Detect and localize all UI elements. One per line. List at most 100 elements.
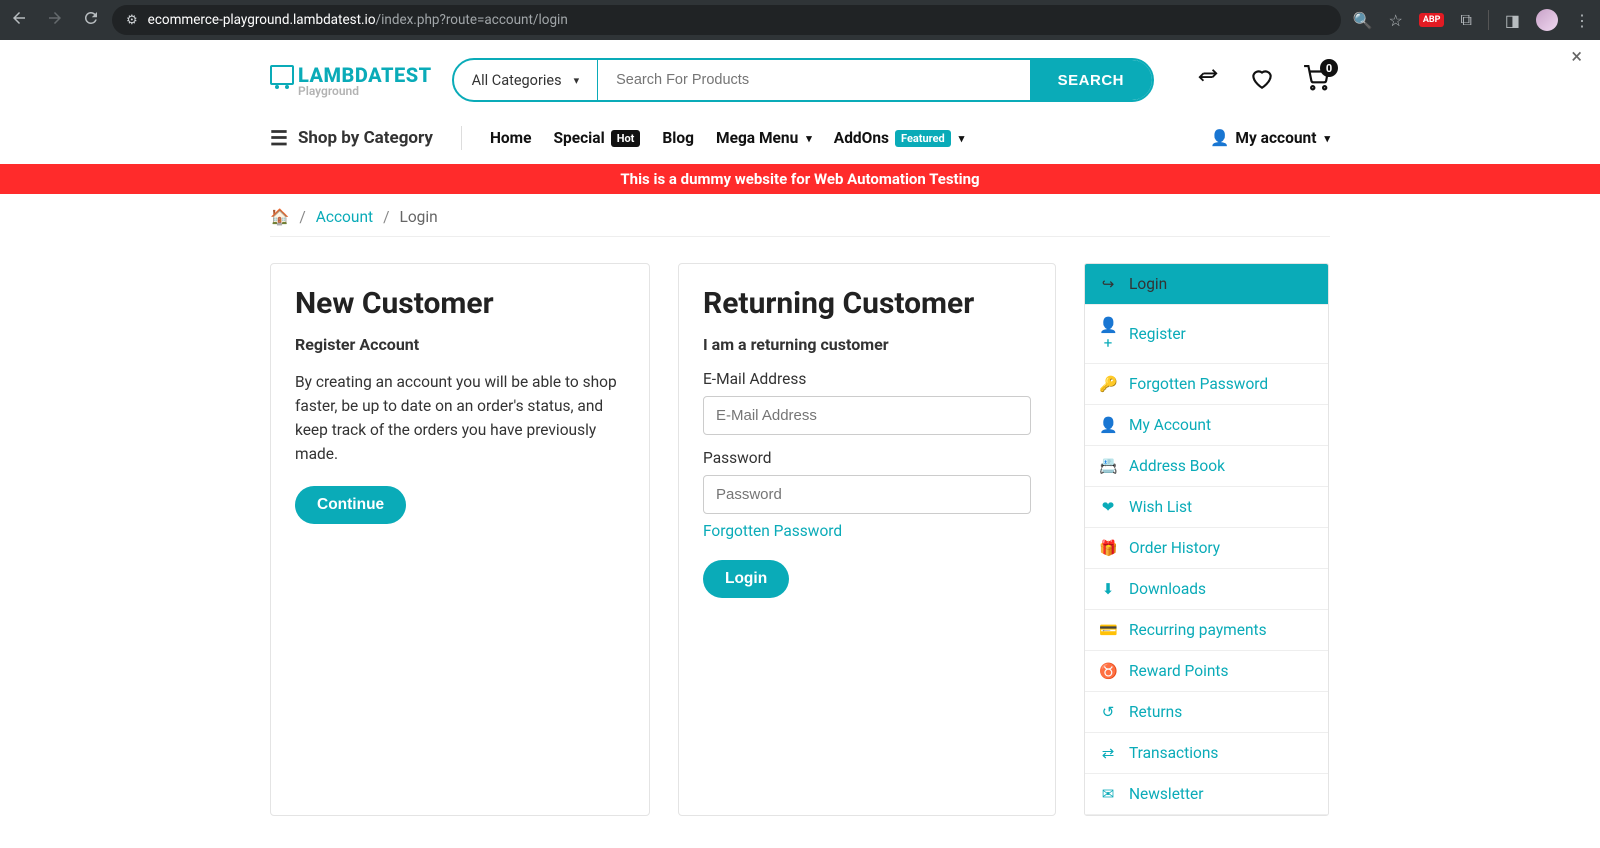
sidebar-item-recurring[interactable]: 💳 Recurring payments (1085, 610, 1328, 651)
breadcrumb-account[interactable]: Account (316, 208, 373, 226)
search-input[interactable] (598, 60, 1030, 100)
user-icon: 👤 (1210, 129, 1229, 147)
sidebar-item-newsletter[interactable]: ✉ Newsletter (1085, 774, 1328, 815)
sidebar-item-label: Register (1129, 325, 1186, 343)
notice-banner: This is a dummy website for Web Automati… (0, 164, 1600, 194)
breadcrumb-login: Login (399, 208, 437, 226)
heart-icon: ❤ (1099, 498, 1117, 516)
email-label: E-Mail Address (703, 370, 1031, 388)
shop-by-label: Shop by Category (298, 128, 433, 148)
chevron-down-icon: ▾ (574, 74, 580, 87)
exchange-icon: ⇄ (1099, 744, 1117, 762)
sidebar-item-rewards[interactable]: ♉ Reward Points (1085, 651, 1328, 692)
logo-icon (270, 65, 294, 85)
forgot-password-link[interactable]: Forgotten Password (703, 522, 1031, 540)
sidebar-item-label: My Account (1129, 416, 1211, 434)
back-icon[interactable] (10, 9, 28, 31)
sidebar-item-orders[interactable]: 🎁Order History (1085, 528, 1328, 569)
sidebar-item-downloads[interactable]: ⬇ Downloads (1085, 569, 1328, 610)
sidebar-item-label: Recurring payments (1129, 621, 1267, 639)
sidebar-item-label: Newsletter (1129, 785, 1204, 803)
forward-icon[interactable] (46, 9, 64, 31)
url-bar[interactable]: ⚙ ecommerce-playground.lambdatest.io/ind… (112, 5, 1341, 35)
url-domain: ecommerce-playground.lambdatest.io (148, 12, 376, 28)
user-plus-icon: 👤+ (1099, 316, 1117, 352)
logo[interactable]: LAMBDATEST Playground (270, 63, 432, 98)
user-icon: 👤 (1099, 416, 1117, 434)
sidebar-item-label: Login (1129, 275, 1167, 293)
main-nav: ☰ Shop by Category Home SpecialHot Blog … (270, 116, 1330, 164)
login-button[interactable]: Login (703, 560, 789, 598)
new-customer-card: New Customer Register Account By creatin… (270, 263, 650, 816)
email-field[interactable] (703, 396, 1031, 435)
gift-icon: 🎁 (1099, 539, 1117, 557)
new-customer-title: New Customer (295, 286, 625, 321)
sidebar-item-forgotten[interactable]: 🔑Forgotten Password (1085, 364, 1328, 405)
sidebar-item-account[interactable]: 👤 My Account (1085, 405, 1328, 446)
new-customer-subtitle: Register Account (295, 335, 625, 354)
profile-avatar[interactable] (1536, 9, 1558, 31)
sidebar-item-register[interactable]: 👤+ Register (1085, 305, 1328, 364)
cart-icon[interactable]: 0 (1302, 65, 1330, 95)
search-category-select[interactable]: All Categories ▾ (454, 60, 598, 100)
browser-chrome: ⚙ ecommerce-playground.lambdatest.io/ind… (0, 0, 1600, 40)
url-path: /index.php?route=account/login (376, 12, 568, 28)
sidebar-item-label: Wish List (1129, 498, 1192, 516)
new-customer-text: By creating an account you will be able … (295, 370, 625, 466)
zoom-icon[interactable]: 🔍 (1353, 11, 1373, 30)
chevron-down-icon: ▾ (806, 132, 812, 145)
returning-subtitle: I am a returning customer (703, 335, 1031, 354)
wishlist-icon[interactable] (1248, 65, 1276, 95)
download-icon: ⬇ (1099, 580, 1117, 598)
returning-customer-card: Returning Customer I am a returning cust… (678, 263, 1056, 816)
chevron-down-icon: ▾ (959, 132, 965, 145)
extensions-icon[interactable]: ⧉ (1460, 10, 1471, 30)
sidebar-item-label: Returns (1129, 703, 1182, 721)
divider (461, 126, 462, 150)
close-icon[interactable]: × (1571, 44, 1582, 68)
search-category-label: All Categories (472, 72, 562, 89)
reward-icon: ♉ (1099, 662, 1117, 680)
hot-badge: Hot (611, 130, 641, 147)
sidebar-item-transactions[interactable]: ⇄Transactions (1085, 733, 1328, 774)
sign-in-icon: ↪ (1099, 275, 1117, 293)
nav-mega-menu[interactable]: Mega Menu▾ (716, 129, 812, 147)
nav-my-account[interactable]: 👤My account▾ (1210, 129, 1330, 147)
nav-addons[interactable]: AddOnsFeatured▾ (834, 129, 964, 147)
breadcrumb: 🏠 / Account / Login (270, 194, 1330, 237)
shop-by-category[interactable]: ☰ Shop by Category (270, 126, 433, 150)
reload-icon[interactable] (82, 9, 100, 31)
cart-badge: 0 (1320, 59, 1338, 77)
abp-icon[interactable]: ABP (1419, 13, 1445, 27)
returning-title: Returning Customer (703, 286, 1031, 321)
bookmark-icon[interactable]: ☆ (1389, 11, 1403, 30)
hamburger-icon: ☰ (270, 126, 288, 150)
divider (1488, 10, 1489, 30)
search-button[interactable]: SEARCH (1030, 60, 1152, 100)
address-book-icon: 📇 (1099, 457, 1117, 475)
password-label: Password (703, 449, 1031, 467)
envelope-icon: ✉ (1099, 785, 1117, 803)
nav-blog[interactable]: Blog (662, 129, 694, 147)
nav-special[interactable]: SpecialHot (553, 129, 640, 147)
sidepanel-icon[interactable]: ◨ (1505, 11, 1520, 30)
nav-home[interactable]: Home (490, 129, 532, 147)
sidebar-item-label: Downloads (1129, 580, 1206, 598)
undo-icon: ↺ (1099, 703, 1117, 721)
menu-icon[interactable]: ⋮ (1574, 11, 1590, 30)
site-info-icon[interactable]: ⚙ (126, 13, 138, 28)
sidebar-item-returns[interactable]: ↺ Returns (1085, 692, 1328, 733)
sidebar-item-login[interactable]: ↪ Login (1085, 264, 1328, 305)
compare-icon[interactable] (1194, 67, 1222, 93)
continue-button[interactable]: Continue (295, 486, 406, 524)
account-sidebar: ↪ Login 👤+ Register 🔑Forgotten Password 👤 M… (1084, 263, 1329, 816)
sidebar-item-label: Reward Points (1129, 662, 1228, 680)
search-bar: All Categories ▾ SEARCH (452, 58, 1154, 102)
credit-card-icon: 💳 (1099, 621, 1117, 639)
password-field[interactable] (703, 475, 1031, 514)
featured-badge: Featured (895, 130, 951, 147)
sidebar-item-address[interactable]: 📇Address Book (1085, 446, 1328, 487)
home-icon[interactable]: 🏠 (270, 208, 289, 226)
logo-subtext: Playground (298, 84, 432, 98)
sidebar-item-wishlist[interactable]: ❤ Wish List (1085, 487, 1328, 528)
